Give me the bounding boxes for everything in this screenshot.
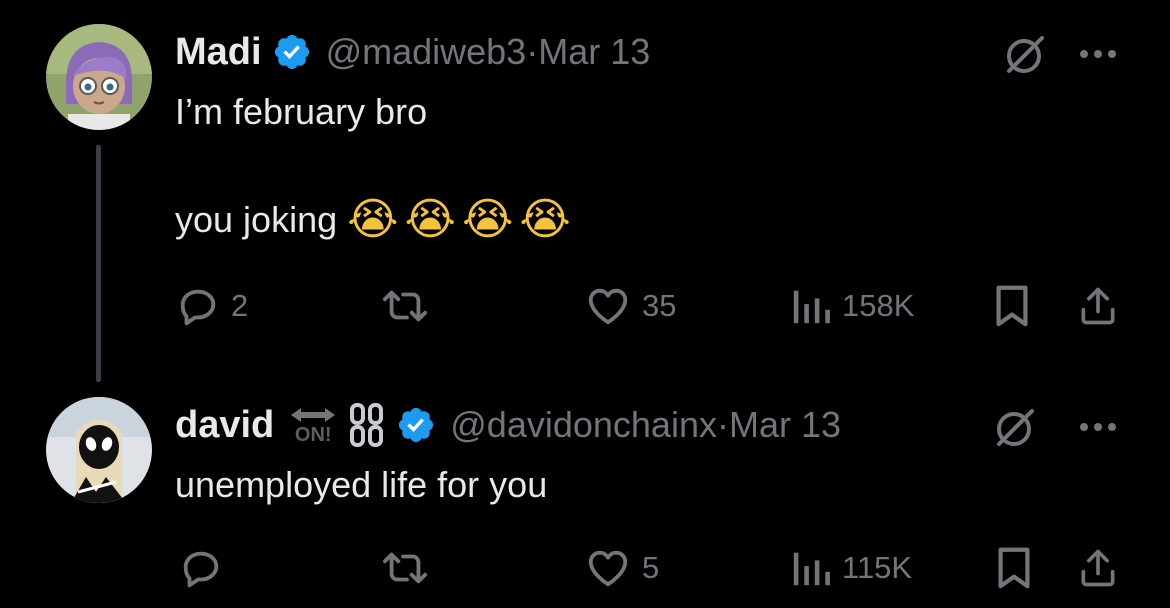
emoji-row: 😭 😭 😭 😭 (347, 198, 571, 242)
tweet-david[interactable]: david ON! @davidonchainx · Mar 13 unempl… (0, 385, 1170, 608)
views-icon (793, 552, 830, 586)
like-count: 35 (642, 288, 677, 323)
tweet-text-line-1: unemployed life for you (175, 464, 548, 505)
tweet-text-line-2-content: you joking (175, 199, 338, 240)
on-badge-text: ON! (294, 424, 332, 446)
avatar-david[interactable] (46, 397, 152, 503)
repost-icon (382, 290, 428, 322)
like-icon (588, 550, 628, 587)
tweet-date[interactable]: Mar 13 (538, 31, 650, 73)
tweet-text-line-1: I’m february bro (175, 91, 428, 132)
avatar-madi[interactable] (46, 24, 152, 130)
like-icon (588, 288, 628, 325)
views-icon (793, 290, 830, 324)
tweet-header: Madi @madiweb3 · Mar 13 (175, 28, 650, 76)
bookmark-button[interactable] (992, 283, 1032, 329)
action-bar: 5 115K (0, 545, 1170, 595)
views-button[interactable]: 158K (790, 283, 914, 329)
separator-dot: · (526, 31, 539, 72)
crying-emoji-icon: 😭 (404, 195, 456, 244)
author-handle[interactable]: @davidonchainx (450, 404, 717, 446)
on-badge-icon: ON! (286, 405, 340, 445)
tweet-text-line-2: you joking 😭 😭 😭 😭 (175, 198, 571, 242)
reply-button[interactable]: 2 (175, 283, 248, 329)
verified-badge-icon[interactable] (272, 32, 312, 72)
verified-badge-icon[interactable] (396, 405, 436, 445)
share-icon (1081, 287, 1115, 325)
author-name[interactable]: david (175, 404, 274, 447)
reply-icon (183, 551, 219, 588)
reply-button[interactable] (178, 545, 234, 591)
author-handle[interactable]: @madiweb3 (326, 31, 527, 73)
author-name[interactable]: Madi (175, 31, 262, 74)
more-icon[interactable] (1078, 421, 1118, 433)
bookmark-icon (996, 285, 1028, 327)
share-button[interactable] (1076, 545, 1120, 591)
thread-line (96, 145, 101, 382)
separator-dot: · (716, 404, 729, 445)
reply-count: 2 (231, 288, 249, 323)
chain-link-icon (348, 403, 386, 447)
more-icon[interactable] (1078, 48, 1118, 60)
views-count: 158K (842, 288, 915, 323)
repost-button[interactable] (380, 283, 440, 329)
grok-icon[interactable] (990, 403, 1038, 451)
reply-icon (180, 289, 216, 326)
tweet-header: david ON! @davidonchainx · Mar 13 (175, 401, 841, 449)
share-icon (1081, 549, 1115, 587)
crying-emoji-icon: 😭 (519, 195, 571, 244)
repost-icon (382, 552, 428, 584)
bookmark-icon (998, 547, 1030, 589)
avatar-image (46, 397, 152, 503)
grok-icon[interactable] (1000, 30, 1048, 78)
views-button[interactable]: 115K (790, 545, 912, 591)
tweet-top-icons (990, 403, 1118, 451)
views-count: 115K (842, 550, 913, 585)
avatar-image (46, 24, 152, 130)
share-button[interactable] (1076, 283, 1120, 329)
repost-button[interactable] (380, 545, 440, 591)
bookmark-button[interactable] (994, 545, 1034, 591)
crying-emoji-icon: 😭 (461, 195, 514, 244)
tweet-top-icons (1000, 30, 1118, 78)
tweet-madi[interactable]: Madi @madiweb3 · Mar 13 I’m february bro… (0, 0, 1170, 385)
like-count: 5 (642, 550, 660, 585)
crying-emoji-icon: 😭 (347, 195, 399, 244)
tweet-date[interactable]: Mar 13 (729, 404, 841, 446)
like-button[interactable]: 5 (584, 545, 659, 591)
action-bar: 2 35 158K (0, 283, 1170, 333)
like-button[interactable]: 35 (584, 283, 676, 329)
